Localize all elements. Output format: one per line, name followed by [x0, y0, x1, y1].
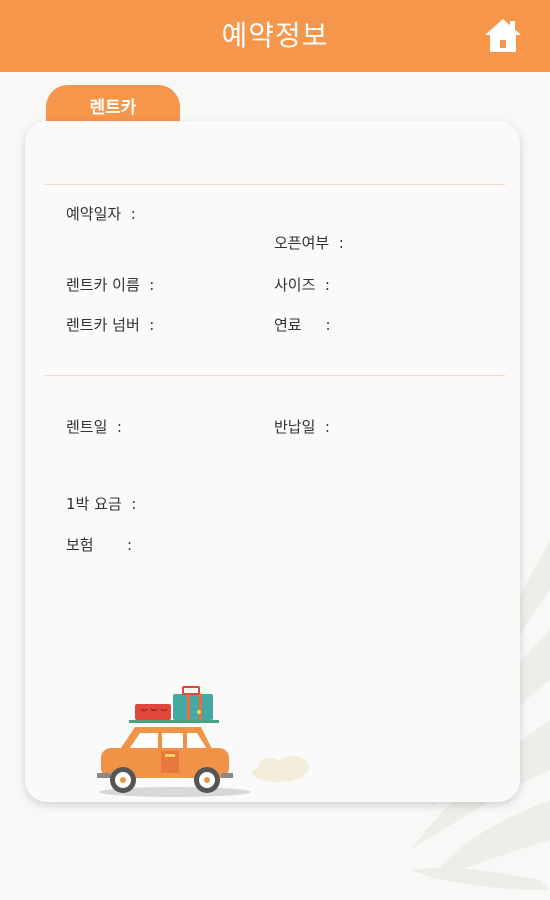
reservation-date-label: 예약일자 :	[66, 205, 136, 223]
size-label: 사이즈 :	[274, 276, 330, 294]
fuel-label: 연료 :	[274, 316, 331, 334]
divider	[45, 184, 505, 185]
open-status-label: 오픈여부 :	[274, 234, 344, 252]
app-header: 예약정보	[0, 0, 550, 72]
car-name-label: 렌트카 이름 :	[66, 276, 155, 294]
car-number-label: 렌트카 넘버 :	[66, 316, 155, 334]
divider	[45, 375, 505, 376]
car-with-luggage-icon	[97, 686, 309, 797]
page-title: 예약정보	[221, 19, 329, 52]
rent-date-label: 렌트일 :	[66, 418, 122, 436]
nightly-rate-label: 1박 요금 :	[66, 495, 137, 513]
reservation-card: 예약일자 : 오픈여부 : 렌트카 이름 : 사이즈 : 렌트카 넘버 : 연료…	[25, 121, 520, 802]
insurance-label: 보험 :	[66, 536, 133, 554]
return-date-label: 반납일 :	[274, 418, 330, 436]
home-icon	[485, 19, 521, 52]
home-button[interactable]	[484, 16, 522, 54]
tab-label: 렌트카	[89, 98, 137, 118]
